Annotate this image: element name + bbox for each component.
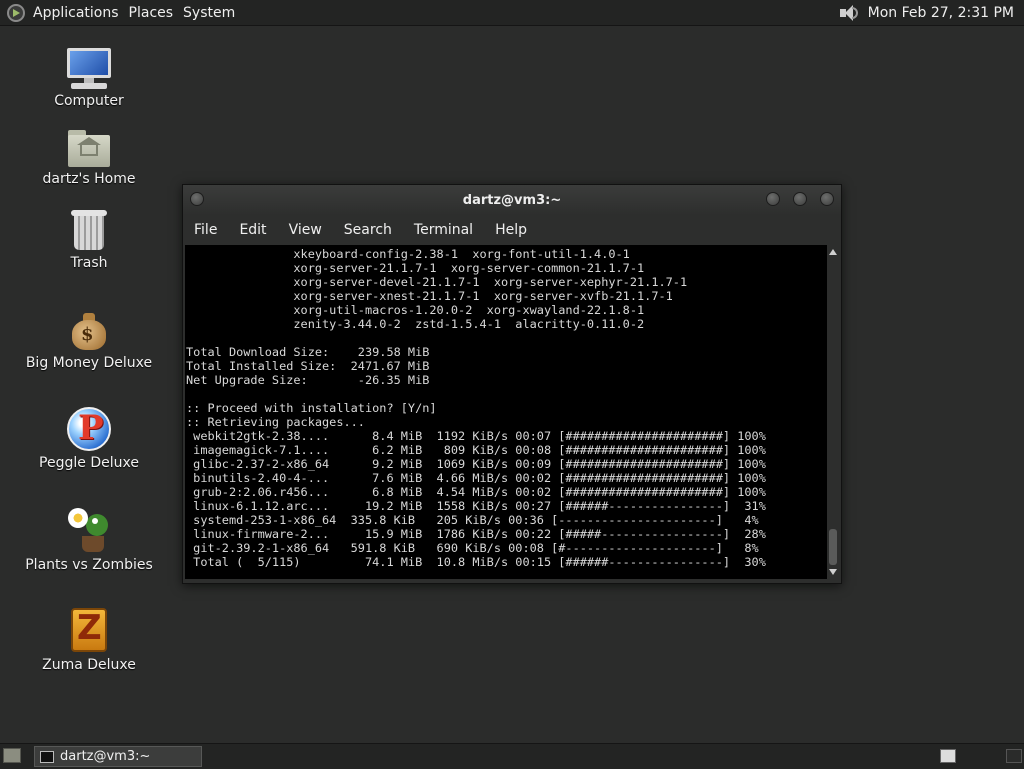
volume-icon[interactable] — [838, 3, 860, 23]
terminal-line: :: Proceed with installation? [Y/n] — [186, 401, 437, 415]
menu-help[interactable]: Help — [484, 222, 538, 238]
trash-icon — [69, 208, 109, 252]
applications-menu[interactable]: Applications — [31, 5, 127, 21]
distro-logo-icon[interactable] — [7, 3, 25, 22]
terminal-line: xorg-server-devel-21.1.7-1 xorg-server-x… — [293, 275, 688, 289]
scrollbar-thumb[interactable] — [829, 529, 837, 565]
menu-search[interactable]: Search — [333, 222, 403, 238]
terminal-scrollbar[interactable] — [827, 245, 839, 579]
desktop-icon-label: Peggle Deluxe — [39, 455, 139, 471]
system-menu[interactable]: System — [181, 5, 243, 21]
window-title: dartz@vm3:~ — [462, 193, 562, 208]
menu-view[interactable]: View — [278, 222, 333, 238]
terminal-line: grub-2:2.06.r456... 6.8 MiB 4.54 MiB/s 0… — [193, 485, 766, 499]
terminal-line: Total ( 5/115) 74.1 MiB 10.8 MiB/s 00:15… — [193, 555, 766, 569]
scroll-down-icon[interactable] — [829, 569, 837, 575]
terminal-line: xkeyboard-config-2.38-1 xorg-font-util-1… — [293, 247, 630, 261]
terminal-line: git-2.39.2-1-x86_64 591.8 KiB 690 KiB/s … — [193, 541, 759, 555]
terminal-line: xorg-util-macros-1.20.0-2 xorg-xwayland-… — [293, 303, 645, 317]
menu-file[interactable]: File — [183, 222, 228, 238]
desktop-icon-peggle[interactable]: P Peggle Deluxe — [24, 406, 154, 471]
terminal-line: Total Installed Size: 2471.67 MiB — [186, 359, 430, 373]
terminal-window[interactable]: dartz@vm3:~ File Edit View Search Termin… — [182, 184, 842, 584]
terminal-line: webkit2gtk-2.38.... 8.4 MiB 1192 KiB/s 0… — [193, 429, 766, 443]
terminal-line: zenity-3.44.0-2 zstd-1.5.4-1 alacritty-0… — [293, 317, 645, 331]
terminal-line: linux-firmware-2... 15.9 MiB 1786 KiB/s … — [193, 527, 766, 541]
terminal-menubar: File Edit View Search Terminal Help — [183, 215, 841, 245]
terminal-line: :: Retrieving packages... — [186, 415, 365, 429]
terminal-line: glibc-2.37-2-x86_64 9.2 MiB 1069 KiB/s 0… — [193, 457, 766, 471]
minimize-button[interactable] — [766, 192, 780, 206]
desktop-icon-computer[interactable]: Computer — [24, 46, 154, 109]
desktop-icon-label: dartz's Home — [42, 171, 136, 187]
maximize-button[interactable] — [793, 192, 807, 206]
home-folder-icon — [66, 128, 112, 168]
terminal-line: Net Upgrade Size: -26.35 MiB — [186, 373, 430, 387]
taskbar-button-terminal[interactable]: dartz@vm3:~ — [34, 746, 202, 767]
window-titlebar[interactable]: dartz@vm3:~ — [183, 185, 841, 215]
show-desktop-icon[interactable] — [3, 748, 21, 763]
desktop-icon-trash[interactable]: Trash — [24, 208, 154, 271]
terminal-line: imagemagick-7.1.... 6.2 MiB 809 KiB/s 00… — [193, 443, 766, 457]
workspace-1[interactable] — [940, 749, 956, 763]
terminal-line: binutils-2.40-4-... 7.6 MiB 4.66 MiB/s 0… — [193, 471, 766, 485]
desktop-icon-label: Zuma Deluxe — [42, 657, 136, 673]
peggle-icon: P — [66, 406, 112, 452]
plants-vs-zombies-icon — [66, 506, 112, 554]
computer-icon — [65, 46, 113, 90]
desktop-icon-label: Big Money Deluxe — [25, 355, 153, 371]
desktop-icon-zuma[interactable]: Z Zuma Deluxe — [24, 606, 154, 673]
terminal-line: linux-6.1.12.arc... 19.2 MiB 1558 KiB/s … — [193, 499, 766, 513]
scroll-up-icon[interactable] — [829, 249, 837, 255]
bottom-panel: dartz@vm3:~ — [0, 743, 1024, 769]
money-bag-icon: $ — [69, 310, 109, 352]
clock[interactable]: Mon Feb 27, 2:31 PM — [868, 5, 1014, 21]
menu-terminal[interactable]: Terminal — [403, 222, 484, 238]
terminal-text: xkeyboard-config-2.38-1 xorg-font-util-1… — [185, 245, 827, 569]
terminal-line: xorg-server-xnest-21.1.7-1 xorg-server-x… — [293, 289, 673, 303]
workspace-2[interactable] — [1006, 749, 1022, 763]
top-panel: Applications Places System Mon Feb 27, 2… — [0, 0, 1024, 26]
menu-edit[interactable]: Edit — [228, 222, 277, 238]
close-button[interactable] — [820, 192, 834, 206]
terminal-output[interactable]: xkeyboard-config-2.38-1 xorg-font-util-1… — [185, 245, 827, 579]
terminal-line: systemd-253-1-x86_64 335.8 KiB 205 KiB/s… — [193, 513, 759, 527]
terminal-line: xorg-server-21.1.7-1 xorg-server-common-… — [293, 261, 645, 275]
terminal-icon — [40, 750, 54, 763]
desktop-icon-big-money[interactable]: $ Big Money Deluxe — [24, 310, 154, 371]
desktop-icon-plants-vs-zombies[interactable]: Plants vs Zombies — [24, 506, 154, 573]
desktop-icon-label: Computer — [54, 93, 124, 109]
desktop-icon-label: Trash — [70, 255, 108, 271]
desktop-icon-home[interactable]: dartz's Home — [24, 128, 154, 187]
desktop-icon-label: Plants vs Zombies — [25, 557, 153, 573]
terminal-line: Total Download Size: 239.58 MiB — [186, 345, 430, 359]
taskbar-button-label: dartz@vm3:~ — [60, 749, 151, 764]
zuma-icon: Z — [69, 606, 109, 654]
places-menu[interactable]: Places — [127, 5, 182, 21]
